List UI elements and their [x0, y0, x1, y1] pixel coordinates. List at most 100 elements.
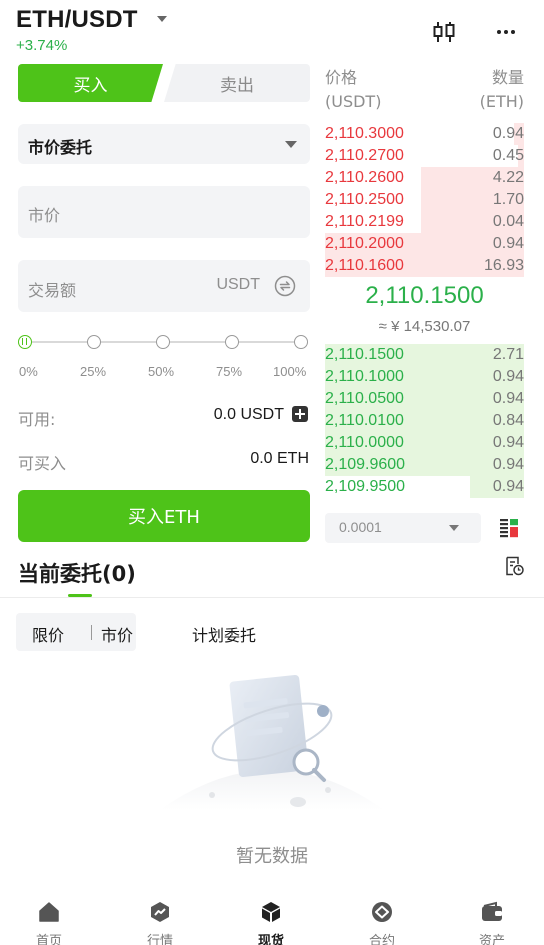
ask-price: 2,110.2199	[325, 213, 404, 230]
bid-qty: 0.94	[492, 368, 524, 385]
amount-input[interactable]: 交易额 USDT	[18, 260, 310, 312]
pair-dropdown-icon[interactable]	[157, 16, 167, 22]
nav-spot[interactable]: 现货	[231, 890, 311, 945]
buyable-value: 0.0 ETH	[250, 450, 309, 467]
qty-header-label: 数量	[491, 68, 524, 87]
bid-price: 2,110.1000	[325, 368, 404, 385]
orderbook-mode-icon[interactable]	[500, 517, 522, 541]
amount-slider[interactable]	[18, 332, 308, 352]
slider-label-100: 100%	[273, 364, 307, 379]
ask-row[interactable]: 2,110.2500 1.70	[325, 189, 524, 211]
ask-price: 2,110.3000	[325, 125, 404, 142]
slider-handle[interactable]	[18, 335, 32, 349]
bid-row[interactable]: 2,110.1000 0.94	[325, 366, 524, 388]
wallet-icon	[482, 901, 502, 921]
more-icon[interactable]	[494, 20, 518, 44]
ask-qty: 4.22	[492, 169, 524, 186]
ask-row[interactable]: 2,110.2199 0.04	[325, 211, 524, 233]
ask-qty: 0.94	[492, 125, 524, 142]
pair-title[interactable]: ETH/USDT	[16, 6, 138, 34]
bid-price: 2,110.0100	[325, 412, 404, 429]
ask-price: 2,110.2700	[325, 147, 404, 164]
order-type-label: 市价委托	[28, 138, 93, 157]
last-price-cny: ≈ ¥ 14,530.07	[378, 318, 471, 335]
last-price[interactable]: 2,110.1500	[325, 282, 524, 310]
market-icon	[151, 902, 169, 922]
filter-market[interactable]: 市价	[101, 622, 133, 646]
orderbook-price-header: 价格 (USDT)	[325, 66, 381, 114]
ask-row[interactable]: 2,110.3000 0.94	[325, 123, 524, 145]
slider-stop-25[interactable]	[87, 335, 101, 349]
deposit-plus-icon[interactable]	[292, 406, 308, 422]
ask-qty: 16.93	[483, 257, 524, 274]
nav-contract[interactable]: 合约	[342, 890, 422, 945]
bid-row[interactable]: 2,110.0000 0.94	[325, 432, 524, 454]
bid-qty: 0.94	[492, 390, 524, 407]
nav-market[interactable]: 行情	[120, 890, 200, 945]
trade-side-tabs: 买入 卖出	[18, 64, 310, 102]
empty-state-illustration	[160, 675, 384, 810]
bid-price: 2,110.0500	[325, 390, 404, 407]
current-orders-title[interactable]: 当前委托(0)	[18, 558, 136, 588]
ask-price: 2,110.1600	[325, 257, 404, 274]
slider-stop-100[interactable]	[294, 335, 308, 349]
nav-assets-label: 资产	[478, 934, 505, 945]
bid-price: 2,110.1500	[325, 346, 404, 363]
nav-market-label: 行情	[146, 934, 173, 945]
order-type-select[interactable]: 市价委托	[18, 124, 310, 164]
filter-limit[interactable]: 限价	[32, 622, 64, 646]
chevron-down-icon	[449, 525, 459, 531]
filter-separator	[91, 625, 92, 640]
ask-price: 2,110.2500	[325, 191, 404, 208]
available-label: 可用:	[18, 410, 56, 429]
bid-qty: 0.94	[492, 434, 524, 451]
ask-price: 2,110.2000	[325, 235, 404, 252]
nav-assets[interactable]: 资产	[452, 890, 532, 945]
ask-qty: 0.04	[492, 213, 524, 230]
bid-qty: 0.84	[492, 412, 524, 429]
ask-row[interactable]: 2,110.1600 16.93	[325, 255, 524, 277]
tab-buy[interactable]: 买入	[18, 64, 163, 102]
amount-placeholder: 交易额	[28, 281, 77, 300]
header: ETH/USDT +3.74%	[0, 0, 544, 62]
ask-qty: 0.45	[492, 147, 524, 164]
tab-plan-orders[interactable]: 计划委托	[192, 622, 256, 646]
slider-label-50: 50%	[148, 364, 175, 379]
amount-unit: USDT	[216, 276, 260, 293]
slider-label-75: 75%	[216, 364, 243, 379]
bid-price: 2,109.9500	[325, 478, 406, 495]
nav-spot-label: 现货	[257, 934, 284, 945]
ask-price: 2,110.2600	[325, 169, 404, 186]
buy-eth-button[interactable]: 买入ETH	[18, 490, 310, 542]
bid-row[interactable]: 2,109.9600 0.94	[325, 454, 524, 476]
ask-row[interactable]: 2,110.2700 0.45	[325, 145, 524, 167]
bid-row[interactable]: 2,110.0100 0.84	[325, 410, 524, 432]
empty-state-text: 暂无数据	[236, 846, 308, 867]
slider-label-0: 0%	[19, 364, 38, 379]
slider-stop-50[interactable]	[156, 335, 170, 349]
nav-home[interactable]: 首页	[9, 890, 89, 945]
section-divider	[0, 597, 544, 598]
contract-icon	[372, 902, 392, 922]
slider-label-25: 25%	[80, 364, 107, 379]
bid-row[interactable]: 2,110.1500 2.71	[325, 344, 524, 366]
bid-row[interactable]: 2,110.0500 0.94	[325, 388, 524, 410]
price-header-label: 价格	[325, 68, 358, 87]
precision-select[interactable]: 0.0001	[325, 513, 481, 543]
tab-sell[interactable]: 卖出	[164, 64, 310, 102]
price-input[interactable]: 市价	[18, 186, 310, 238]
order-filter-chip[interactable]: 限价 市价	[16, 613, 136, 651]
order-history-icon[interactable]	[504, 556, 524, 576]
slider-stop-75[interactable]	[225, 335, 239, 349]
ask-row[interactable]: 2,110.2600 4.22	[325, 167, 524, 189]
candlestick-chart-icon[interactable]	[432, 20, 456, 44]
bid-row[interactable]: 2,109.9500 0.94	[325, 476, 524, 498]
price-change: +3.74%	[16, 37, 68, 54]
bid-price: 2,109.9600	[325, 456, 406, 473]
swap-unit-icon[interactable]	[274, 275, 296, 297]
ask-row[interactable]: 2,110.2000 0.94	[325, 233, 524, 255]
bottom-nav: 首页 行情 现货 合约 资产	[0, 890, 544, 945]
home-icon	[39, 902, 59, 922]
qty-header-unit: (ETH)	[479, 92, 524, 111]
bid-qty: 2.71	[492, 346, 524, 363]
